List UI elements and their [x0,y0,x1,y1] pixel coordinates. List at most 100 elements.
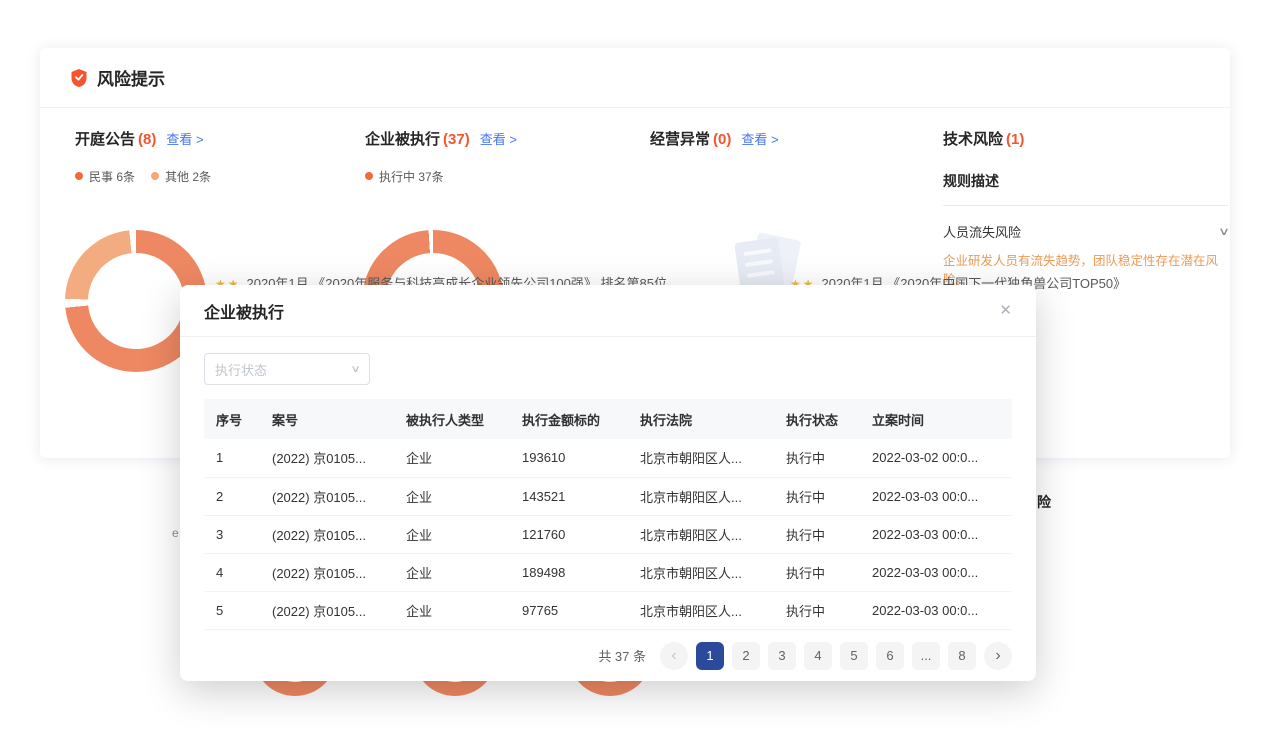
modal-company-enforcement: 企业被执行 ✕ 执行状态 ∨ 序号案号被执行人类型执行金额标的执行法院执行状态立… [180,285,1036,681]
table-cell: 执行中 [774,553,860,591]
table-cell: 1 [204,439,260,477]
chevron-down-icon[interactable]: ∨ [1218,225,1230,238]
legend-item: 执行中 37条 [365,168,444,185]
risk-rule-label: 人员流失风险 [943,222,1021,241]
table-row: 1(2022) 京0105...企业193610北京市朝阳区人...执行中202… [204,439,1012,477]
risk-column-enforcement: 企业被执行 (37) 查看 > 执行中 37条 [365,128,645,185]
table-cell: 3 [204,515,260,553]
table-cell: 企业 [394,439,510,477]
rule-description-title: 规则描述 [943,171,1228,191]
card-title: 风险提示 [97,65,165,90]
table-row: 5(2022) 京0105...企业97765北京市朝阳区人...执行中2022… [204,591,1012,629]
legend-label: 其他 2条 [165,168,211,185]
table-header-row: 序号案号被执行人类型执行金额标的执行法院执行状态立案时间 [204,399,1012,439]
legend-item: 民事 6条 [75,168,135,185]
table-cell: (2022) 京0105... [260,477,394,515]
table-row: 4(2022) 京0105...企业189498北京市朝阳区人...执行中202… [204,553,1012,591]
enforcement-status-select[interactable]: 执行状态 ∨ [204,353,370,385]
table-cell: 143521 [510,477,628,515]
divider [943,205,1228,206]
table-cell: 189498 [510,553,628,591]
column-header: 执行法院 [628,399,774,439]
column-label: 技术风险 [943,128,1003,149]
risk-column-tech-risk: 技术风险 (1) 规则描述 人员流失风险 ∨ 企业研发人员有流失趋势，团队稳定性… [943,128,1228,290]
table-cell: 97765 [510,591,628,629]
table-row: 2(2022) 京0105...企业143521北京市朝阳区人...执行中202… [204,477,1012,515]
legend-label: 民事 6条 [89,168,135,185]
view-link[interactable]: 查看 > [166,129,203,148]
table-cell: 执行中 [774,477,860,515]
column-header: 立案时间 [860,399,1012,439]
risk-column-court-announcements: 开庭公告 (8) 查看 > 民事 6条 其他 2条 [75,128,355,185]
legend: 民事 6条 其他 2条 [75,167,355,185]
column-count: (1) [1006,131,1024,148]
risk-rule-item[interactable]: 人员流失风险 ∨ [943,222,1228,241]
pagination-page-1[interactable]: 1 [696,642,724,670]
table-cell: (2022) 京0105... [260,553,394,591]
column-header: 执行状态 [774,399,860,439]
pagination-page-6[interactable]: 6 [876,642,904,670]
legend-dot-icon [75,172,83,180]
pagination-page-4[interactable]: 4 [804,642,832,670]
modal-title: 企业被执行 [204,299,284,323]
column-count: (37) [443,131,470,148]
table-cell: 2022-03-03 00:0... [860,591,1012,629]
table-cell: 5 [204,591,260,629]
table-cell: 2022-03-03 00:0... [860,553,1012,591]
card-header: 风险提示 [40,48,1230,108]
table-cell: 2022-03-03 00:0... [860,515,1012,553]
table-cell: (2022) 京0105... [260,515,394,553]
legend-item: 其他 2条 [151,168,211,185]
table-cell: 193610 [510,439,628,477]
pagination-page-5[interactable]: 5 [840,642,868,670]
close-icon[interactable]: ✕ [999,303,1012,318]
pagination-page-2[interactable]: 2 [732,642,760,670]
pagination-next-button[interactable]: › [984,642,1012,670]
modal-header: 企业被执行 ✕ [180,285,1036,337]
table-cell: 北京市朝阳区人... [628,477,774,515]
column-label: 企业被执行 [365,128,440,149]
table-cell: 执行中 [774,515,860,553]
column-label: 开庭公告 [75,128,135,149]
pagination-total: 共 37 条 [598,646,646,665]
text-fragment: e [172,526,179,540]
table-cell: 4 [204,553,260,591]
pagination-prev-button[interactable]: ‹ [660,642,688,670]
table-cell: 执行中 [774,439,860,477]
pagination-page-3[interactable]: 3 [768,642,796,670]
table-cell: 北京市朝阳区人... [628,515,774,553]
table-cell: (2022) 京0105... [260,439,394,477]
risk-column-abnormal-operation: 经营异常 (0) 查看 > [650,128,930,149]
column-header: 被执行人类型 [394,399,510,439]
table-cell: 2 [204,477,260,515]
column-header: 案号 [260,399,394,439]
column-label: 经营异常 [650,128,710,149]
pagination: 共 37 条 ‹ 123456... 8 › [204,642,1012,670]
column-header: 序号 [204,399,260,439]
shield-icon [70,68,88,88]
legend-dot-icon [365,172,373,180]
column-count: (0) [713,131,731,148]
table-row: 3(2022) 京0105...企业121760北京市朝阳区人...执行中202… [204,515,1012,553]
table-cell: 北京市朝阳区人... [628,553,774,591]
table-cell: (2022) 京0105... [260,591,394,629]
table-cell: 企业 [394,553,510,591]
table-cell: 北京市朝阳区人... [628,591,774,629]
table-cell: 企业 [394,477,510,515]
table-cell: 执行中 [774,591,860,629]
view-link[interactable]: 查看 > [480,129,517,148]
enforcement-table: 序号案号被执行人类型执行金额标的执行法院执行状态立案时间 1(2022) 京01… [204,399,1012,630]
text-fragment: 险 [1037,492,1051,512]
legend-dot-icon [151,172,159,180]
column-count: (8) [138,131,156,148]
pagination-ellipsis[interactable]: ... [912,642,940,670]
pagination-page-8[interactable]: 8 [948,642,976,670]
modal-body: 执行状态 ∨ 序号案号被执行人类型执行金额标的执行法院执行状态立案时间 1(20… [180,337,1036,670]
view-link[interactable]: 查看 > [741,129,778,148]
table-cell: 企业 [394,591,510,629]
table-cell: 北京市朝阳区人... [628,439,774,477]
table-cell: 2022-03-02 00:0... [860,439,1012,477]
legend: 执行中 37条 [365,167,645,185]
chevron-down-icon: ∨ [350,364,361,375]
table-cell: 121760 [510,515,628,553]
